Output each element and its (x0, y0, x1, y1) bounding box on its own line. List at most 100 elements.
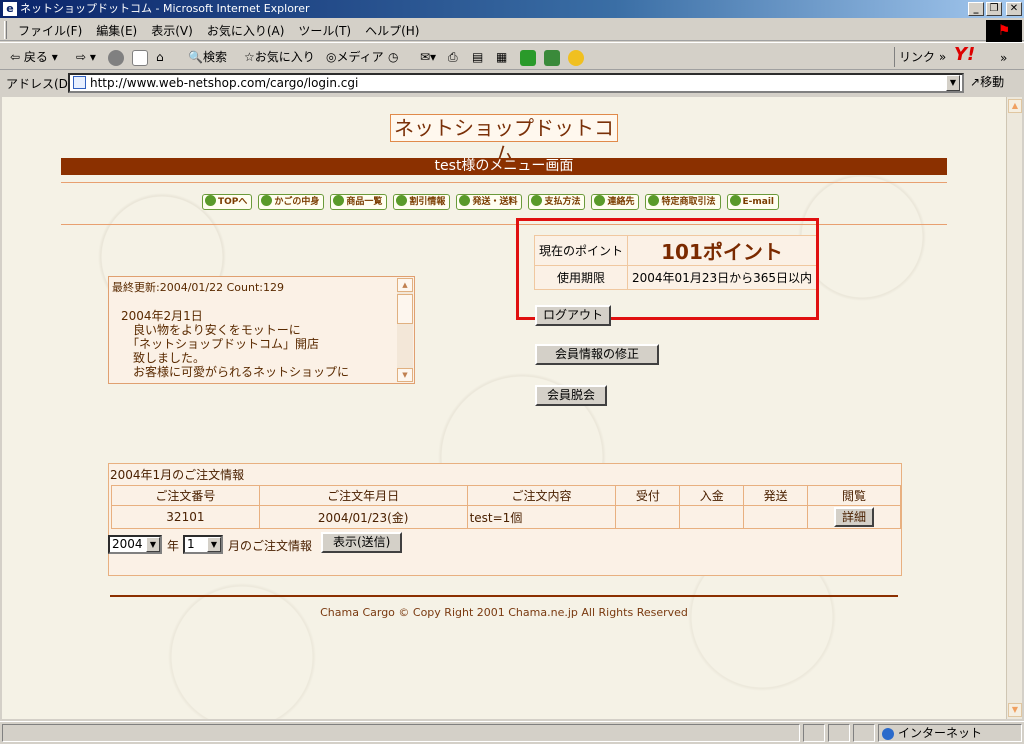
orders-panel: 2004年1月のご注文情報 ご注文番号 ご注文年月日 ご注文内容 受付 入金 発… (108, 463, 902, 576)
menubar: ファイル(F) 編集(E) 表示(V) お気に入り(A) ツール(T) ヘルプ(… (0, 19, 1024, 41)
address-bar: アドレス(D) http://www.web-netshop.com/cargo… (0, 71, 1024, 95)
scroll-thumb[interactable] (397, 294, 413, 324)
yahoo-icon[interactable]: Y! (954, 44, 975, 65)
site-nav: TOPへ かごの中身 商品一覧 割引情報 発送・送料 支払方法 連絡先 特定商取… (202, 194, 780, 210)
cart-icon (261, 195, 273, 206)
nav-email[interactable]: E-mail (726, 194, 780, 210)
cart-icon (205, 195, 216, 206)
refresh-icon[interactable] (132, 47, 150, 67)
col-order-content: ご注文内容 (466, 485, 617, 506)
scroll-down-icon[interactable]: ▼ (397, 368, 413, 382)
chevron-down-icon[interactable]: ▼ (207, 537, 221, 552)
scroll-up-icon[interactable]: ▲ (397, 278, 413, 292)
col-accepted: 受付 (615, 485, 681, 506)
back-button[interactable]: ⇦ 戻る ▾ (10, 47, 58, 67)
forward-button[interactable]: ⇨ ▾ (76, 47, 96, 67)
history-icon[interactable]: ◷ (388, 47, 398, 67)
news-scrollbar[interactable]: ▲ ▼ (397, 278, 413, 382)
status-text (2, 724, 800, 742)
menu-view[interactable]: 表示(V) (144, 19, 200, 42)
favorites-button[interactable]: ☆お気に入り (244, 47, 315, 67)
nav-top[interactable]: TOPへ (202, 194, 253, 210)
stop-icon[interactable] (108, 47, 126, 67)
order-date: 2004/01/23(金) (258, 505, 468, 529)
toolbar-more-icon[interactable]: » (1000, 48, 1007, 68)
year-unit: 年 (167, 539, 180, 553)
media-button[interactable]: ◎メディア (326, 47, 384, 67)
footer-divider (110, 595, 898, 597)
search-button[interactable]: 🔍検索 (188, 47, 227, 67)
menu-file[interactable]: ファイル(F) (11, 19, 89, 42)
news-body: 2004年2月1日 良い物をより安くをモットーに 「ネットショップドットコム」開… (121, 309, 350, 379)
withdraw-button[interactable]: 会員脱会 (535, 385, 608, 406)
home-icon[interactable]: ⌂ (156, 47, 164, 67)
go-button[interactable]: ↗移動 (970, 73, 1004, 90)
cart-icon (531, 195, 543, 206)
toolbar: ⇦ 戻る ▾ ⇨ ▾ ⌂ 🔍検索 ☆お気に入り ◎メディア ◷ ✉▾ ⎙ ▤ ▦… (0, 42, 1024, 70)
col-shipped: 発送 (743, 485, 809, 506)
globe-icon (882, 727, 894, 740)
address-input[interactable]: http://www.web-netshop.com/cargo/login.c… (68, 73, 964, 93)
statusbar: インターネット (0, 721, 1024, 744)
order-detail-button[interactable]: 詳細 (834, 507, 875, 527)
submit-button[interactable]: 表示(送信) (321, 532, 403, 553)
minimize-button[interactable]: _ (968, 2, 984, 16)
windows-logo-icon: ⚑ (986, 20, 1022, 42)
menu-edit[interactable]: 編集(E) (89, 19, 144, 42)
month-select[interactable]: 1 ▼ (183, 535, 223, 554)
order-shipped (743, 505, 809, 529)
order-accepted (615, 505, 681, 529)
cart-icon (333, 195, 345, 206)
page-scrollbar[interactable]: ▲ ▼ (1006, 97, 1022, 719)
menu-tools[interactable]: ツール(T) (291, 19, 358, 42)
discuss-icon[interactable]: ▦ (496, 47, 507, 67)
window-titlebar: e ネットショップドットコム - Microsoft Internet Expl… (0, 0, 1024, 18)
orders-table: ご注文番号 ご注文年月日 ご注文内容 受付 入金 発送 閲覧 32101 200… (111, 485, 901, 529)
col-view: 閲覧 (807, 485, 901, 506)
col-order-no: ご注文番号 (111, 485, 260, 506)
nav-legal[interactable]: 特定商取引法 (645, 194, 721, 210)
nav-cart[interactable]: かごの中身 (258, 194, 325, 210)
cart-icon (648, 195, 660, 206)
page-icon (73, 76, 86, 89)
nav-contact[interactable]: 連絡先 (591, 194, 640, 210)
address-dropdown-icon[interactable]: ▼ (946, 75, 960, 91)
cart-icon (729, 195, 741, 206)
order-content: test=1個 (466, 505, 617, 529)
logout-button[interactable]: ログアウト (535, 305, 612, 326)
window-title: ネットショップドットコム - Microsoft Internet Explor… (20, 2, 310, 15)
scroll-up-icon[interactable]: ▲ (1008, 99, 1022, 113)
menu-help[interactable]: ヘルプ(H) (358, 19, 426, 42)
close-button[interactable]: ✕ (1006, 2, 1022, 16)
divider (61, 182, 947, 183)
edit-icon[interactable]: ▤ (472, 47, 483, 67)
orders-caption: 2004年1月のご注文情報 (110, 468, 245, 482)
edit-member-button[interactable]: 会員情報の修正 (535, 344, 660, 365)
order-no: 32101 (111, 505, 260, 529)
scroll-down-icon[interactable]: ▼ (1008, 703, 1022, 717)
ie-icon: e (3, 2, 17, 16)
year-select[interactable]: 2004 ▼ (108, 535, 162, 554)
news-box[interactable]: 最終更新:2004/01/22 Count:129 2004年2月1日 良い物を… (108, 276, 415, 384)
menu-favorites[interactable]: お気に入り(A) (200, 19, 292, 42)
footer-copyright: Chama Cargo © Copy Right 2001 Chama.ne.j… (320, 606, 688, 619)
restore-button[interactable]: ❐ (986, 2, 1002, 16)
cart-icon (459, 195, 471, 206)
nav-shipping[interactable]: 発送・送料 (456, 194, 523, 210)
menu-title: test様のメニュー画面 (61, 158, 947, 175)
table-row: 32101 2004/01/23(金) test=1個 詳細 (111, 505, 901, 529)
lite-icon[interactable] (544, 47, 562, 67)
nav-discount[interactable]: 割引情報 (393, 194, 451, 210)
month-suffix: 月のご注文情報 (228, 539, 313, 553)
page-content: ネットショップドットコム test様のメニュー画面 TOPへ かごの中身 商品一… (2, 97, 1006, 719)
links-button[interactable]: リンク » (894, 47, 950, 67)
cart-icon (396, 195, 408, 206)
smiley-icon[interactable] (568, 47, 586, 67)
chevron-down-icon[interactable]: ▼ (146, 537, 160, 552)
messenger-icon[interactable] (520, 47, 538, 67)
nav-payment[interactable]: 支払方法 (528, 194, 586, 210)
nav-products[interactable]: 商品一覧 (330, 194, 388, 210)
site-title: ネットショップドットコム (390, 114, 618, 166)
print-icon[interactable]: ⎙ (448, 47, 458, 67)
mail-icon[interactable]: ✉▾ (420, 47, 436, 67)
